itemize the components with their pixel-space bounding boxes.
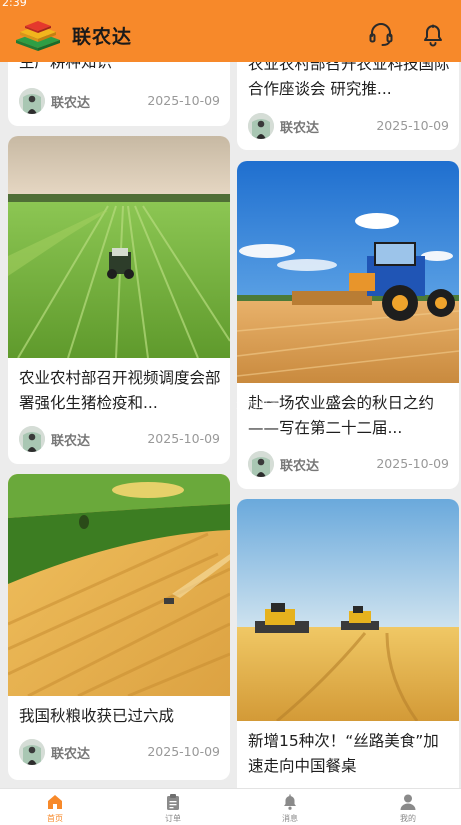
bell-icon[interactable] (419, 20, 447, 48)
publish-date: 2025-10-09 (147, 744, 220, 759)
tab-orders[interactable]: 订单 (143, 793, 203, 825)
avatar (19, 88, 45, 114)
tab-label: 订单 (165, 814, 181, 823)
watermark-sub-line1: 游戏之家 (236, 398, 280, 411)
watermark-sub-line2: .com (236, 411, 263, 424)
author-name: 联农达 (280, 459, 320, 474)
news-card[interactable]: 赴一场农业盛会的秋日之约 ——写在第二十二届... 联农达 2025-10-09 (237, 161, 459, 489)
news-card[interactable]: 新增15种次！“丝路美食”加速走向中国餐桌 (237, 499, 459, 788)
publish-date: 2025-10-09 (376, 118, 449, 133)
clipboard-icon (167, 794, 179, 810)
tab-messages[interactable]: 消息 (260, 793, 320, 825)
news-thumbnail (237, 499, 459, 721)
publish-date: 2025-10-09 (376, 456, 449, 471)
tab-profile[interactable]: 我的 (378, 793, 438, 825)
news-title: 生产耕种知识 (19, 62, 113, 71)
news-thumbnail (8, 474, 230, 696)
user-icon (400, 794, 416, 810)
tab-label: 消息 (282, 814, 298, 823)
news-thumbnail (8, 136, 230, 358)
avatar (248, 451, 274, 477)
author-name: 联农达 (51, 747, 91, 762)
avatar (248, 113, 274, 139)
avatar (19, 426, 45, 452)
news-card[interactable]: 生产耕种知识 联农达 2025-10-09 (8, 62, 230, 126)
app-title: 联农达 (72, 26, 133, 48)
author-name: 联农达 (51, 96, 91, 111)
bell-icon (284, 794, 296, 810)
top-header: 2:39 联农达 (0, 0, 461, 62)
site-watermark: K73 游戏之家 .com (172, 396, 302, 432)
app-screen: 2:39 联农达 生产耕种知识 联农达 2025-10-09 农业农村部召开农业… (0, 0, 461, 825)
news-card[interactable]: 我国秋粮收获已过六成 联农达 2025-10-09 (8, 474, 230, 780)
author-name: 联农达 (280, 121, 320, 136)
bottom-tab-bar: 首页 订单 消息 我的 (0, 788, 461, 825)
headset-icon[interactable] (367, 20, 395, 48)
publish-date: 2025-10-09 (147, 93, 220, 108)
news-title: 新增15种次！“丝路美食”加速走向中国餐桌 (248, 732, 439, 775)
news-title: 我国秋粮收获已过六成 (19, 707, 175, 725)
author-name: 联农达 (51, 434, 91, 449)
watermark-subtext: 游戏之家 .com (236, 398, 280, 424)
news-title: 农业农村部召开农业科技国际合作座谈会 研究推... (248, 62, 450, 98)
tab-home[interactable]: 首页 (25, 793, 85, 825)
stacked-books-logo (16, 21, 60, 51)
home-icon (48, 795, 62, 809)
tab-label: 首页 (47, 814, 63, 823)
status-time: 2:39 (2, 0, 27, 9)
publish-date: 2025-10-09 (147, 431, 220, 446)
news-card[interactable]: 农业农村部召开农业科技国际合作座谈会 研究推... 联农达 2025-10-09 (237, 62, 459, 150)
tab-label: 我的 (400, 814, 416, 823)
avatar (19, 739, 45, 765)
watermark-logo-text: K73 (172, 398, 227, 426)
news-thumbnail (237, 161, 459, 383)
